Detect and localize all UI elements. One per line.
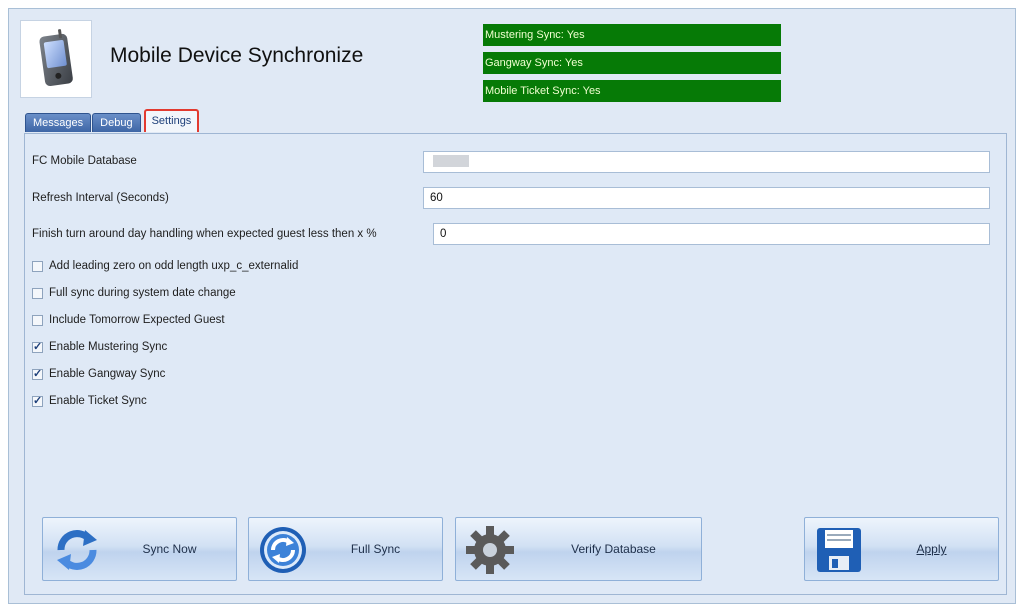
option-checkbox[interactable] (32, 314, 43, 326)
option-include-tomorrow[interactable]: Include Tomorrow Expected Guest (32, 314, 225, 326)
option-label: Include Tomorrow Expected Guest (49, 314, 225, 326)
option-label: Enable Gangway Sync (49, 368, 166, 380)
tab-settings[interactable]: Settings (143, 109, 200, 132)
option-full-sync-date-change[interactable]: Full sync during system date change (32, 287, 236, 299)
option-checkbox[interactable] (32, 340, 43, 353)
gear-icon (466, 526, 514, 574)
tab-messages[interactable]: Messages (25, 113, 92, 132)
option-mustering-sync[interactable]: Enable Mustering Sync (32, 340, 168, 353)
option-checkbox[interactable] (32, 287, 43, 299)
redacted-value (433, 155, 469, 167)
ticket-sync-status: Mobile Ticket Sync: Yes (483, 80, 781, 102)
full-sync-button[interactable]: Full Sync (248, 517, 443, 581)
gangway-sync-status: Gangway Sync: Yes (483, 52, 781, 74)
option-label: Full sync during system date change (49, 287, 236, 299)
apply-label: Apply (916, 542, 947, 556)
tab-strip: Messages Debug Settings (25, 109, 200, 132)
sync-arrows-icon (57, 530, 97, 570)
mobile-device-icon (39, 29, 73, 87)
option-gangway-sync[interactable]: Enable Gangway Sync (32, 367, 166, 380)
sync-now-button[interactable]: Sync Now (42, 517, 237, 581)
full-sync-label: Full Sync (350, 542, 401, 556)
tab-debug[interactable]: Debug (92, 113, 141, 132)
window-title: Mobile Device Synchronize (110, 44, 364, 67)
option-ticket-sync[interactable]: Enable Ticket Sync (32, 394, 147, 407)
option-checkbox[interactable] (32, 260, 43, 272)
option-label: Enable Ticket Sync (49, 395, 147, 407)
option-label: Add leading zero on odd length uxp_c_ext… (49, 260, 299, 272)
floppy-disk-icon (817, 528, 861, 572)
option-leading-zero[interactable]: Add leading zero on odd length uxp_c_ext… (32, 260, 298, 272)
apply-button[interactable]: Apply (804, 517, 999, 581)
verify-database-label: Verify Database (571, 542, 656, 556)
mustering-sync-status: Mustering Sync: Yes (483, 24, 781, 46)
full-sync-icon (260, 527, 306, 573)
refresh-interval-field[interactable] (423, 187, 990, 209)
option-checkbox[interactable] (32, 394, 43, 407)
option-checkbox[interactable] (32, 367, 43, 380)
app-icon-box (20, 20, 92, 98)
database-field[interactable] (423, 151, 990, 173)
verify-database-button[interactable]: Verify Database (455, 517, 702, 581)
database-label: FC Mobile Database (32, 155, 137, 167)
turnaround-field[interactable] (433, 223, 990, 245)
sync-now-label: Sync Now (142, 542, 197, 556)
turnaround-label: Finish turn around day handling when exp… (32, 228, 377, 240)
option-label: Enable Mustering Sync (49, 341, 168, 353)
refresh-interval-label: Refresh Interval (Seconds) (32, 192, 169, 204)
